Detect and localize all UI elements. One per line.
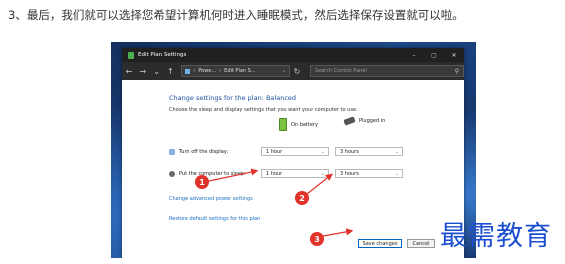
annotation-arrows xyxy=(208,168,354,237)
annotation-arrow-1 xyxy=(208,168,259,182)
screenshot-frame: Edit Plan Settings – ▢ ✕ ← → ⌄ ↑ › Powe.… xyxy=(111,42,476,258)
annotation-arrow-2 xyxy=(306,173,333,195)
annotation-arrow-3 xyxy=(322,228,354,237)
watermark-logo: 最需教育 xyxy=(440,221,552,252)
annotation-badge-3: 3 xyxy=(310,232,324,246)
instruction-caption: 3、最后，我们就可以选择您希望计算机何时进入睡眠模式，然后选择保存设置就可以啦。 xyxy=(8,8,464,22)
annotation-badge-2: 2 xyxy=(295,191,309,205)
annotation-badge-1: 1 xyxy=(195,175,209,189)
